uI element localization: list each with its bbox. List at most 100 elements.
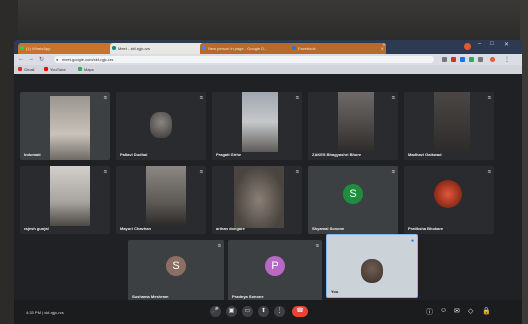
meet-control-bar: 4:33 PM | xkf-rgjc-rzs 🎤 ▣ ▭ ⬆ ⋮ ☎ ⓘ ☺ ✉… bbox=[14, 300, 522, 324]
background-wall bbox=[0, 0, 528, 44]
url-input[interactable]: ● meet.google.com/xkf-rgjc-rzs bbox=[54, 56, 434, 63]
participant-name: Indumati bbox=[24, 152, 41, 157]
people-icon[interactable]: ☺ bbox=[440, 307, 447, 314]
tab-strip: (1) WhatsApp ✕ Meet - xkf-rgjc-rzs ✕ New… bbox=[14, 40, 522, 54]
profile-avatar[interactable] bbox=[464, 43, 471, 50]
participant-name: rajesh gunjal bbox=[24, 226, 49, 231]
participant-tile[interactable]: ⦸ Pratiksha Bhokare bbox=[404, 166, 494, 234]
bookmark-label: Maps bbox=[84, 67, 94, 72]
participant-name: Pallavi Dudhal bbox=[120, 152, 148, 157]
docs-icon bbox=[202, 46, 206, 50]
camera-icon[interactable]: ▣ bbox=[226, 306, 237, 317]
participant-name: Pradnya Sonone bbox=[232, 294, 264, 299]
participant-tile[interactable]: P ⦸ Pradnya Sonone bbox=[228, 240, 322, 302]
new-tab-button[interactable]: + bbox=[382, 42, 386, 49]
captions-icon[interactable]: ▭ bbox=[242, 306, 253, 317]
participant-name: You bbox=[331, 289, 339, 294]
participant-name: Sushama Meshram bbox=[132, 294, 169, 299]
host-controls-icon[interactable]: 🔒 bbox=[482, 307, 491, 315]
whatsapp-icon bbox=[20, 46, 24, 50]
participant-tile[interactable]: ⦸ ZAKES Bhagyashri Bhore bbox=[308, 92, 398, 160]
self-view-tile[interactable]: ● You bbox=[326, 234, 418, 298]
meet-stage: ⦸ Indumati ⦸ Pallavi Dudhal ⦸ Pragati Gi… bbox=[14, 74, 522, 324]
participant-name: Shyamal Sonone bbox=[312, 226, 345, 231]
bookmark-label: Gmail bbox=[24, 67, 35, 72]
participant-avatar: S bbox=[166, 256, 186, 276]
mic-off-icon: ⦸ bbox=[487, 95, 491, 101]
extension-icon[interactable] bbox=[451, 57, 456, 62]
participant-tile[interactable]: ⦸ rajesh gunjal bbox=[20, 166, 110, 234]
participant-tile[interactable]: ⦸ Madhavi Gaikwad bbox=[404, 92, 494, 160]
participant-tile[interactable]: ⦸ Pragati Girhe bbox=[212, 92, 302, 160]
participant-video bbox=[338, 92, 374, 152]
browser-window: (1) WhatsApp ✕ Meet - xkf-rgjc-rzs ✕ New… bbox=[14, 40, 522, 324]
participant-video bbox=[234, 166, 284, 228]
bookmark-youtube[interactable]: YouTube bbox=[44, 66, 66, 73]
participant-tile[interactable]: ⦸ Pallavi Dudhal bbox=[116, 92, 206, 160]
participant-name: Mayuri Chavhan bbox=[120, 226, 151, 231]
present-icon[interactable]: ⬆ bbox=[258, 306, 269, 317]
tab-google-docs[interactable]: New person in page - Google D... ✕ bbox=[200, 43, 296, 54]
bookmarks-bar: Gmail YouTube Maps bbox=[14, 65, 522, 74]
participant-name: arihan dongare bbox=[216, 226, 245, 231]
tab-facebook[interactable]: Facebook ✕ bbox=[290, 43, 386, 54]
participant-name: Madhavi Gaikwad bbox=[408, 152, 442, 157]
mic-off-icon: ⦸ bbox=[199, 95, 203, 101]
participant-tile[interactable]: ⦸ Indumati bbox=[20, 92, 110, 160]
profile-icon[interactable] bbox=[490, 57, 495, 62]
maximize-icon[interactable]: □ bbox=[490, 41, 494, 47]
minimize-icon[interactable]: – bbox=[478, 41, 481, 47]
participant-video bbox=[50, 96, 90, 160]
tab-meet[interactable]: Meet - xkf-rgjc-rzs ✕ bbox=[110, 43, 206, 54]
participant-name: Pragati Girhe bbox=[216, 152, 242, 157]
participant-name: Pratiksha Bhokare bbox=[408, 226, 444, 231]
extension-icon[interactable] bbox=[460, 57, 465, 62]
bookmark-maps[interactable]: Maps bbox=[78, 66, 94, 73]
participant-avatar: S bbox=[343, 184, 363, 204]
activities-icon[interactable]: ◇ bbox=[468, 307, 473, 315]
extension-icon[interactable] bbox=[442, 57, 447, 62]
lock-icon: ● bbox=[56, 57, 59, 62]
url-text: meet.google.com/xkf-rgjc-rzs bbox=[62, 57, 114, 62]
meeting-clock: 4:33 PM | xkf-rgjc-rzs bbox=[26, 310, 64, 315]
bookmark-gmail[interactable]: Gmail bbox=[18, 66, 34, 73]
mic-off-icon: ⦸ bbox=[391, 169, 395, 175]
tab-label: (1) WhatsApp bbox=[26, 46, 51, 51]
participant-tile[interactable]: S ⦸ Shyamal Sonone bbox=[308, 166, 398, 234]
participant-video bbox=[146, 166, 186, 226]
mic-off-icon: ⦸ bbox=[391, 95, 395, 101]
reload-icon[interactable]: ↻ bbox=[39, 56, 44, 63]
back-icon[interactable]: ← bbox=[18, 56, 24, 62]
forward-icon[interactable]: → bbox=[28, 56, 34, 62]
meet-icon bbox=[112, 46, 116, 50]
chat-icon[interactable]: ✉ bbox=[454, 307, 460, 315]
close-window-icon[interactable]: ✕ bbox=[504, 41, 509, 48]
tab-label: New person in page - Google D... bbox=[208, 46, 268, 51]
self-video bbox=[361, 259, 383, 283]
mic-off-icon: ⦸ bbox=[217, 243, 221, 249]
participant-tile[interactable]: S ⦸ Sushama Meshram bbox=[128, 240, 224, 302]
mic-on-icon: ● bbox=[410, 238, 414, 244]
mic-off-icon: ⦸ bbox=[199, 169, 203, 175]
mic-icon[interactable]: 🎤 bbox=[210, 306, 221, 317]
participant-tile[interactable]: ⦸ Mayuri Chavhan bbox=[116, 166, 206, 234]
puzzle-icon[interactable] bbox=[478, 57, 483, 62]
mic-off-icon: ⦸ bbox=[295, 95, 299, 101]
gmail-icon bbox=[18, 67, 22, 71]
participant-tile[interactable]: ⦸ arihan dongare bbox=[212, 166, 302, 234]
bookmark-label: YouTube bbox=[50, 67, 66, 72]
participant-video bbox=[150, 112, 172, 138]
extension-icon[interactable] bbox=[469, 57, 474, 62]
youtube-icon bbox=[44, 67, 48, 71]
end-call-button[interactable]: ☎ bbox=[292, 306, 308, 317]
mic-off-icon: ⦸ bbox=[103, 169, 107, 175]
more-icon[interactable]: ⋮ bbox=[274, 306, 285, 317]
menu-icon[interactable]: ⋮ bbox=[504, 56, 510, 63]
participant-video bbox=[50, 166, 90, 226]
tab-whatsapp[interactable]: (1) WhatsApp ✕ bbox=[18, 43, 116, 54]
address-bar: ← → ↻ ● meet.google.com/xkf-rgjc-rzs ⋮ bbox=[14, 54, 522, 65]
facebook-icon bbox=[292, 46, 296, 50]
info-icon[interactable]: ⓘ bbox=[426, 307, 433, 317]
participant-avatar: P bbox=[265, 256, 285, 276]
mic-off-icon: ⦸ bbox=[295, 169, 299, 175]
